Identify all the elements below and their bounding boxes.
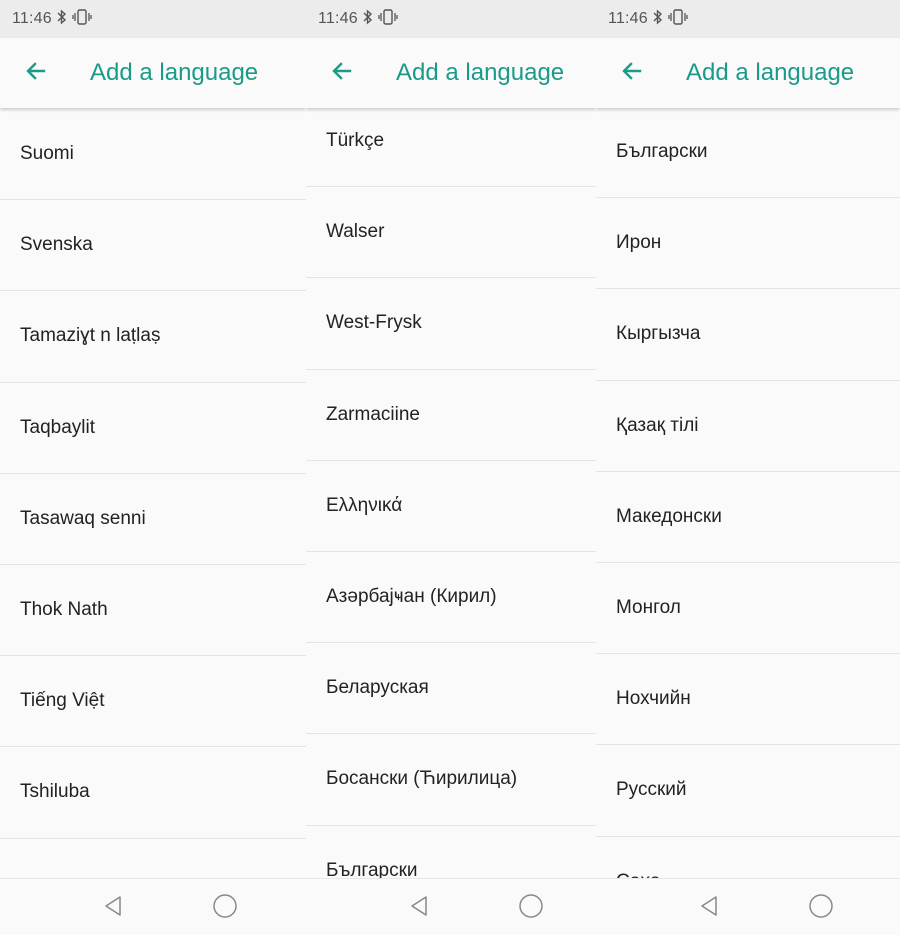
bluetooth-icon (56, 8, 68, 30)
language-item[interactable]: Босански (Ћирилица) (306, 734, 596, 826)
arrow-left-icon (620, 59, 644, 88)
status-time: 11:46 (608, 10, 648, 27)
language-item[interactable] (0, 839, 306, 879)
arrow-left-icon (330, 59, 354, 88)
language-item[interactable]: Taqbaylit (0, 383, 306, 474)
language-item[interactable]: Беларуская (306, 643, 596, 735)
language-item[interactable]: Suomi (0, 109, 306, 201)
triangle-back-icon (407, 894, 431, 923)
nav-home-button[interactable] (518, 893, 544, 924)
language-item[interactable]: Нохчийн (596, 654, 900, 746)
language-item[interactable]: Азәрбајҹан (Кирил) (306, 552, 596, 644)
nav-back-button[interactable] (100, 895, 126, 921)
language-item[interactable]: West-Frysk (306, 278, 596, 370)
back-button[interactable] (616, 57, 648, 89)
app-bar: Add a language (0, 38, 306, 108)
page-title: Add a language (396, 59, 565, 86)
language-item[interactable]: Сахa (596, 837, 900, 878)
navigation-bar (0, 878, 900, 935)
page-title: Add a language (686, 59, 855, 86)
language-item[interactable]: Tiếng Việt (0, 656, 306, 748)
language-item[interactable]: Tamaziɣt n laṭlaṣ (0, 291, 306, 383)
language-item[interactable]: Zarmaciine (306, 370, 596, 461)
language-list: Suomi Svenska Tamaziɣt n laṭlaṣ Taqbayli… (0, 109, 306, 878)
language-item[interactable]: Български (596, 107, 900, 199)
triangle-back-icon (697, 894, 721, 923)
screen-3: 11:46 Add a language Български Ирон Кырг… (596, 0, 900, 878)
language-item[interactable]: Русский (596, 745, 900, 837)
language-list: Türkçe Walser West-Frysk Zarmaciine Ελλη… (306, 96, 596, 878)
language-item[interactable]: Български (306, 826, 596, 878)
status-bar: 11:46 (0, 0, 306, 38)
language-item[interactable]: Tasawaq senni (0, 474, 306, 565)
triangle-back-icon (101, 894, 125, 923)
page-title: Add a language (90, 59, 259, 86)
language-item[interactable]: Walser (306, 187, 596, 279)
arrow-left-icon (24, 59, 48, 88)
status-time: 11:46 (12, 10, 52, 27)
app-bar: Add a language (306, 38, 596, 108)
language-item[interactable]: Македонски (596, 472, 900, 563)
language-item[interactable]: Svenska (0, 200, 306, 292)
screen-2: 11:46 Add a language Türkçe Walser West-… (306, 0, 596, 878)
app-bar: Add a language (596, 38, 900, 108)
language-item[interactable]: Türkçe (306, 96, 596, 188)
screen-1: 11:46 Add a language Suomi Svenska Tamaz… (0, 0, 306, 878)
language-item[interactable]: Монгол (596, 563, 900, 655)
nav-back-button[interactable] (696, 895, 722, 921)
back-button[interactable] (326, 57, 358, 89)
language-item[interactable]: Кыргызча (596, 289, 900, 381)
status-bar: 11:46 (306, 0, 596, 38)
nav-back-button[interactable] (406, 895, 432, 921)
vibrate-icon (378, 8, 398, 30)
circle-home-icon (518, 893, 544, 924)
language-item[interactable]: Ελληνικά (306, 461, 596, 552)
language-item[interactable]: Thok Nath (0, 565, 306, 657)
circle-home-icon (808, 893, 834, 924)
bluetooth-icon (652, 8, 664, 30)
language-list: Български Ирон Кыргызча Қазақ тілі Макед… (596, 107, 900, 878)
status-bar: 11:46 (596, 0, 900, 38)
nav-home-button[interactable] (212, 893, 238, 924)
bluetooth-icon (362, 8, 374, 30)
language-item[interactable]: Ирон (596, 198, 900, 290)
nav-home-button[interactable] (808, 893, 834, 924)
status-time: 11:46 (318, 10, 358, 27)
back-button[interactable] (20, 57, 52, 89)
circle-home-icon (212, 893, 238, 924)
vibrate-icon (668, 8, 688, 30)
language-item[interactable]: Tshiluba (0, 747, 306, 839)
vibrate-icon (72, 8, 92, 30)
language-item[interactable]: Қазақ тілі (596, 381, 900, 472)
screens-container: 11:46 Add a language Suomi Svenska Tamaz… (0, 0, 900, 878)
